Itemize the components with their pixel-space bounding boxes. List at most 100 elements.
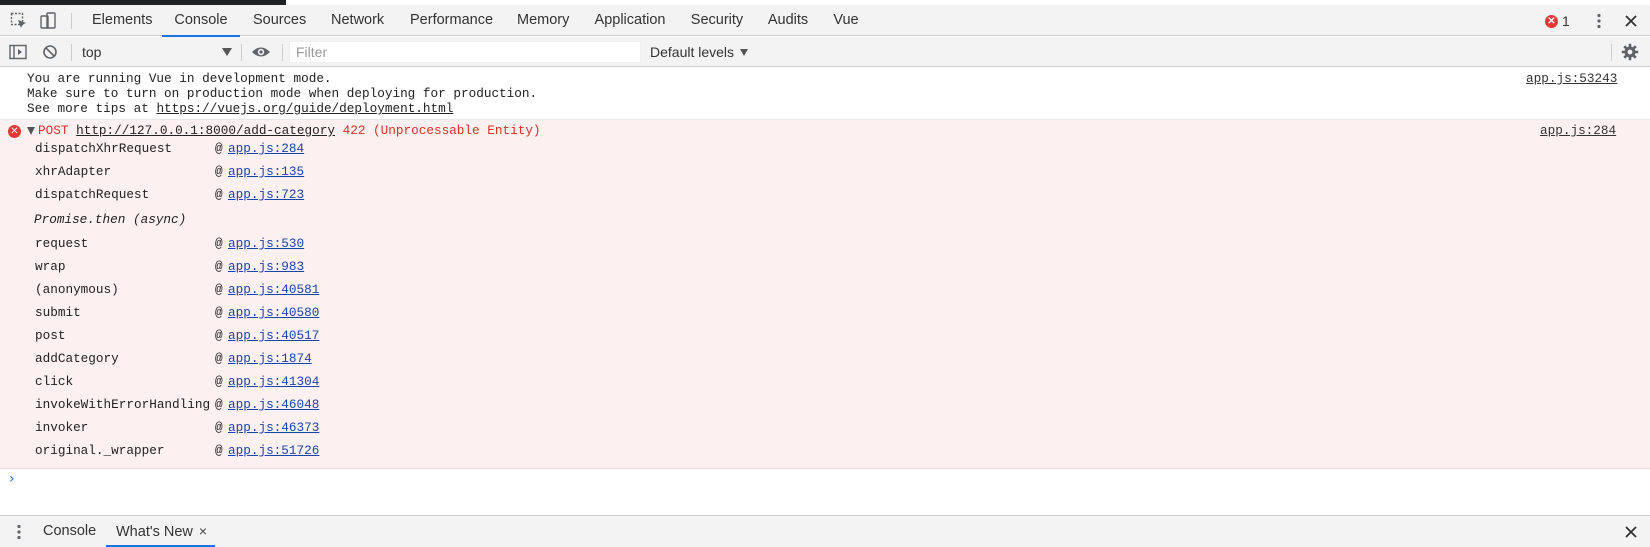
close-drawer-icon[interactable] xyxy=(1620,521,1642,543)
error-header[interactable]: POST http://127.0.0.1:8000/add-category … xyxy=(27,123,541,138)
at-sign: @ xyxy=(215,328,223,343)
clear-console-icon[interactable] xyxy=(39,41,61,63)
device-toolbar-icon[interactable] xyxy=(37,10,59,32)
at-sign: @ xyxy=(215,443,223,458)
source-link[interactable]: app.js:53243 xyxy=(1526,71,1617,86)
tab-audits[interactable]: Audits xyxy=(767,5,809,36)
tab-performance[interactable]: Performance xyxy=(410,5,493,36)
stack-fn: wrap xyxy=(35,259,66,274)
at-sign: @ xyxy=(215,187,223,202)
async-separator: Promise.then (async) xyxy=(34,212,187,227)
live-expression-eye-icon[interactable] xyxy=(250,41,272,63)
stack-link[interactable]: app.js:51726 xyxy=(228,443,319,458)
devtools-tabbar: Elements Console Sources Network Perform… xyxy=(0,5,1650,37)
at-sign: @ xyxy=(215,374,223,389)
stack-frame: wrap @ app.js:983 xyxy=(35,259,304,274)
at-sign: @ xyxy=(215,282,223,297)
at-sign: @ xyxy=(215,164,223,179)
drawer-tab-console[interactable]: Console xyxy=(43,516,96,547)
toolbar-divider xyxy=(282,44,283,61)
error-count: 1 xyxy=(1562,13,1570,29)
stack-fn: submit xyxy=(35,305,81,320)
close-tab-icon[interactable]: × xyxy=(199,523,207,539)
stack-fn: dispatchXhrRequest xyxy=(35,141,173,156)
stack-link[interactable]: app.js:40517 xyxy=(228,328,319,343)
stack-link[interactable]: app.js:723 xyxy=(228,187,304,202)
gear-icon[interactable] xyxy=(1619,41,1641,63)
message-line: See more tips at https://vuejs.org/guide… xyxy=(27,101,453,116)
stack-fn: addCategory xyxy=(35,351,119,366)
stack-frame: xhrAdapter @ app.js:135 xyxy=(35,164,304,179)
tab-memory[interactable]: Memory xyxy=(517,5,569,36)
stack-frame: request @ app.js:530 xyxy=(35,236,304,251)
stack-link[interactable]: app.js:40581 xyxy=(228,282,319,297)
show-sidebar-icon[interactable] xyxy=(7,41,29,63)
chevron-down-icon xyxy=(222,48,232,56)
tab-elements[interactable]: Elements xyxy=(92,5,152,36)
drawer-menu-icon[interactable] xyxy=(8,521,30,543)
request-status: 422 (Unprocessable Entity) xyxy=(342,123,541,138)
close-devtools-icon[interactable] xyxy=(1620,10,1642,32)
toolbar-divider xyxy=(71,44,72,61)
request-url-link[interactable]: http://127.0.0.1:8000/add-category xyxy=(76,123,335,138)
stack-fn: xhrAdapter xyxy=(35,164,112,179)
tab-security[interactable]: Security xyxy=(690,5,744,36)
at-sign: @ xyxy=(215,259,223,274)
stack-link[interactable]: app.js:40580 xyxy=(228,305,319,320)
at-sign: @ xyxy=(215,420,223,435)
kebab-menu-icon[interactable] xyxy=(1588,10,1610,32)
stack-frame: dispatchRequest @ app.js:723 xyxy=(35,187,304,202)
context-selector[interactable]: top xyxy=(82,41,232,63)
stack-frame: invokeWithErrorHandling @ app.js:46048 xyxy=(35,397,319,412)
toolbar-divider xyxy=(71,13,72,29)
tab-vue[interactable]: Vue xyxy=(833,5,859,36)
stack-fn: dispatchRequest xyxy=(35,187,150,202)
tab-network[interactable]: Network xyxy=(331,5,384,36)
stack-link[interactable]: app.js:1874 xyxy=(228,351,312,366)
stack-fn: invoker xyxy=(35,420,89,435)
source-link[interactable]: app.js:284 xyxy=(1540,123,1616,138)
stack-fn: invokeWithErrorHandling xyxy=(35,397,211,412)
toolbar-divider xyxy=(241,44,242,61)
tab-application[interactable]: Application xyxy=(594,5,666,36)
console-toolbar: top Default levels xyxy=(0,37,1650,67)
chevron-down-icon xyxy=(740,48,749,56)
stack-fn: original._wrapper xyxy=(35,443,165,458)
stack-link[interactable]: app.js:46373 xyxy=(228,420,319,435)
at-sign: @ xyxy=(215,236,223,251)
stack-link[interactable]: app.js:530 xyxy=(228,236,304,251)
log-levels-dropdown[interactable]: Default levels xyxy=(650,41,749,63)
console-message-error: ✕ POST http://127.0.0.1:8000/add-categor… xyxy=(0,120,1650,469)
expand-triangle-icon[interactable] xyxy=(27,126,35,135)
stack-link[interactable]: app.js:983 xyxy=(228,259,304,274)
toolbar-divider xyxy=(1611,44,1612,61)
stack-frame: submit @ app.js:40580 xyxy=(35,305,319,320)
stack-frame: original._wrapper @ app.js:51726 xyxy=(35,443,319,458)
inspect-element-icon[interactable] xyxy=(8,10,30,32)
stack-fn: click xyxy=(35,374,74,389)
stack-frame: click @ app.js:41304 xyxy=(35,374,319,389)
at-sign: @ xyxy=(215,141,223,156)
stack-fn: request xyxy=(35,236,89,251)
drawer-tab-whats-new[interactable]: What's New × xyxy=(105,516,216,547)
message-text: See more tips at xyxy=(27,101,157,116)
error-count-badge[interactable]: ✕ 1 xyxy=(1545,11,1570,31)
error-circle-icon: ✕ xyxy=(1545,14,1558,28)
devtools-drawer: Console What's New × xyxy=(0,515,1650,547)
stack-frame: post @ app.js:40517 xyxy=(35,328,319,343)
stack-fn: (anonymous) xyxy=(35,282,119,297)
at-sign: @ xyxy=(215,305,223,320)
console-prompt-icon[interactable]: › xyxy=(9,471,15,487)
tab-console[interactable]: Console xyxy=(162,5,240,37)
context-value: top xyxy=(82,44,102,60)
stack-frame: addCategory @ app.js:1874 xyxy=(35,351,312,366)
deployment-link[interactable]: https://vuejs.org/guide/deployment.html xyxy=(156,101,453,116)
message-line: You are running Vue in development mode. xyxy=(27,71,332,86)
tab-sources[interactable]: Sources xyxy=(253,5,306,36)
stack-link[interactable]: app.js:41304 xyxy=(228,374,319,389)
stack-link[interactable]: app.js:135 xyxy=(228,164,304,179)
stack-link[interactable]: app.js:46048 xyxy=(228,397,319,412)
filter-input[interactable] xyxy=(289,41,641,63)
at-sign: @ xyxy=(215,397,223,412)
stack-link[interactable]: app.js:284 xyxy=(228,141,304,156)
